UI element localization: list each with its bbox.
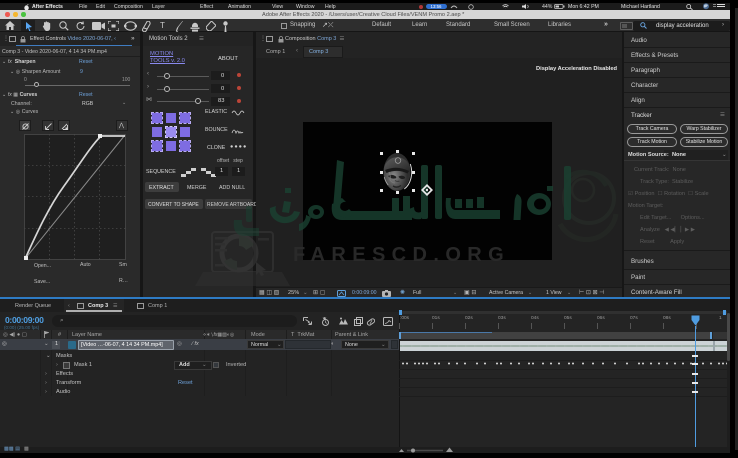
svg-text:FARESCD.ORG: FARESCD.ORG [293, 244, 510, 266]
